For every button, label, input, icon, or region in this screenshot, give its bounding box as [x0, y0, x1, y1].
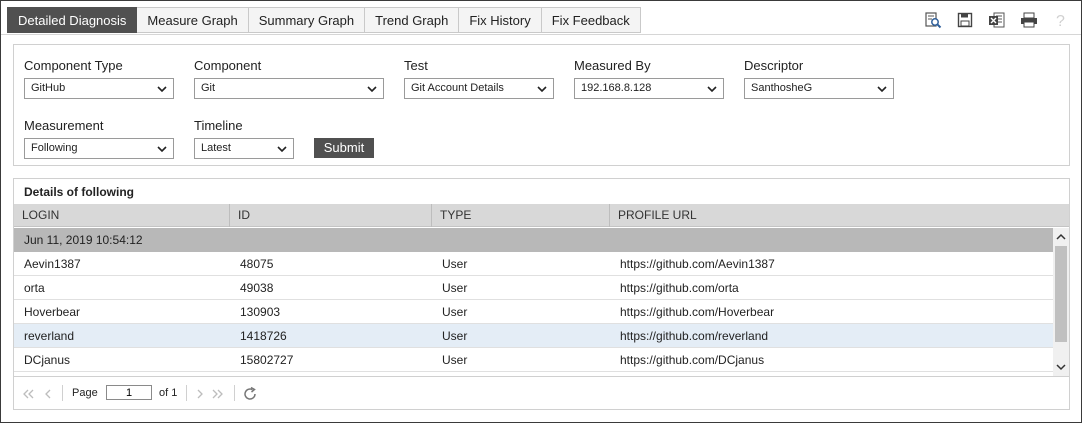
page-number-input[interactable]: [106, 385, 152, 400]
chevron-down-icon: [877, 86, 887, 93]
cell-id: 49038: [240, 281, 274, 295]
vertical-scrollbar[interactable]: [1053, 228, 1069, 376]
pager-separator: [234, 385, 235, 401]
cell-profile-url: https://github.com/Hoverbear: [620, 305, 775, 319]
chevron-down-icon: [157, 146, 167, 153]
measured-by-value: 192.168.8.128: [581, 82, 652, 94]
chevron-down-icon: [537, 86, 547, 93]
pager-separator: [62, 385, 63, 401]
grid-rows: Aevin1387 48075 User https://github.com/…: [14, 252, 1053, 376]
scroll-down-arrow-icon[interactable]: [1056, 362, 1066, 372]
chevron-down-icon: [277, 146, 287, 153]
chevron-down-icon: [367, 86, 377, 93]
timeline-value: Latest: [201, 142, 231, 154]
refresh-icon[interactable]: [242, 386, 258, 402]
print-icon[interactable]: [1019, 10, 1039, 30]
test-label: Test: [404, 58, 428, 73]
scroll-up-arrow-icon[interactable]: [1056, 232, 1066, 242]
tab-fix-feedback[interactable]: Fix Feedback: [541, 7, 641, 33]
component-select[interactable]: Git: [194, 78, 384, 99]
cell-type: User: [442, 257, 468, 271]
cell-login: Aevin1387: [24, 257, 81, 271]
cell-id: 48075: [240, 257, 274, 271]
descriptor-select[interactable]: SanthosheG: [744, 78, 894, 99]
save-icon[interactable]: [955, 10, 975, 30]
previous-page-icon[interactable]: [42, 389, 54, 399]
test-select[interactable]: Git Account Details: [404, 78, 554, 99]
cell-type: User: [442, 353, 468, 367]
component-type-select[interactable]: GitHub: [24, 78, 174, 99]
tab-measure-graph[interactable]: Measure Graph: [137, 7, 249, 33]
next-page-icon[interactable]: [194, 389, 206, 399]
cell-type: User: [442, 281, 468, 295]
table-row[interactable]: Aevin1387 48075 User https://github.com/…: [14, 252, 1053, 276]
cell-id: 1418726: [240, 329, 287, 343]
svg-text:?: ?: [1056, 13, 1065, 28]
component-label: Component: [194, 58, 262, 73]
cell-login: reverland: [24, 329, 75, 343]
component-type-label: Component Type: [24, 58, 123, 73]
toolbar: ?: [923, 9, 1071, 31]
first-page-icon[interactable]: [22, 389, 34, 399]
pager-separator: [186, 385, 187, 401]
scrollbar-thumb[interactable]: [1055, 246, 1067, 342]
descriptor-value: SanthosheG: [751, 82, 813, 94]
filter-panel: Component Type GitHub Component Git Test…: [13, 44, 1070, 166]
measurement-value: Following: [31, 142, 78, 154]
tab-summary-graph[interactable]: Summary Graph: [248, 7, 366, 33]
group-row-timestamp: Jun 11, 2019 10:54:12: [14, 228, 1053, 252]
component-type-value: GitHub: [31, 82, 66, 94]
measured-by-label: Measured By: [574, 58, 651, 73]
measurement-select[interactable]: Following: [24, 138, 174, 159]
search-report-icon[interactable]: [923, 10, 943, 30]
tab-fix-history[interactable]: Fix History: [459, 7, 542, 33]
cell-profile-url: https://github.com/Aevin1387: [620, 257, 775, 271]
timeline-select[interactable]: Latest: [194, 138, 294, 159]
test-value: Git Account Details: [411, 82, 504, 94]
tab-divider: [1, 34, 1081, 35]
cell-type: User: [442, 305, 468, 319]
descriptor-label: Descriptor: [744, 58, 804, 73]
timeline-label: Timeline: [194, 118, 243, 133]
details-grid-panel: Details of following LOGIN ID TYPE PROFI…: [13, 178, 1070, 410]
column-header-type[interactable]: TYPE: [432, 204, 610, 227]
cell-type: User: [442, 329, 468, 343]
tab-detailed-diagnosis[interactable]: Detailed Diagnosis: [7, 7, 138, 33]
excel-export-icon[interactable]: [987, 10, 1007, 30]
measured-by-select[interactable]: 192.168.8.128: [574, 78, 724, 99]
page-label: Page: [72, 387, 98, 399]
grid-header: LOGIN ID TYPE PROFILE URL: [14, 204, 1069, 227]
cell-id: 130903: [240, 305, 281, 319]
help-icon[interactable]: ?: [1051, 10, 1071, 30]
table-row[interactable]: Hoverbear 130903 User https://github.com…: [14, 300, 1053, 324]
column-header-profile-url[interactable]: PROFILE URL: [610, 204, 1069, 227]
pagination-bar: Page of 1: [14, 376, 1069, 409]
tab-trend-graph[interactable]: Trend Graph: [365, 7, 460, 33]
measurement-label: Measurement: [24, 118, 104, 133]
component-value: Git: [201, 82, 216, 94]
cell-profile-url: https://github.com/DCjanus: [620, 353, 765, 367]
cell-profile-url: https://github.com/orta: [620, 281, 739, 295]
chevron-down-icon: [157, 86, 167, 93]
cell-id: 15802727: [240, 353, 294, 367]
last-page-icon[interactable]: [212, 389, 224, 399]
grid-title: Details of following: [24, 185, 134, 199]
cell-login: Hoverbear: [24, 305, 81, 319]
column-header-id[interactable]: ID: [230, 204, 432, 227]
cell-login: orta: [24, 281, 45, 295]
table-row-selected[interactable]: reverland 1418726 User https://github.co…: [14, 324, 1053, 348]
table-row[interactable]: DCjanus 15802727 User https://github.com…: [14, 348, 1053, 372]
tab-bar: Detailed Diagnosis Measure Graph Summary…: [7, 7, 641, 33]
table-row[interactable]: orta 49038 User https://github.com/orta: [14, 276, 1053, 300]
window-frame: Detailed Diagnosis Measure Graph Summary…: [0, 0, 1082, 423]
submit-button[interactable]: Submit: [314, 138, 374, 158]
cell-login: DCjanus: [24, 353, 71, 367]
cell-profile-url: https://github.com/reverland: [620, 329, 769, 343]
column-header-login[interactable]: LOGIN: [14, 204, 230, 227]
page-count-label: of 1: [159, 387, 178, 399]
chevron-down-icon: [707, 86, 717, 93]
